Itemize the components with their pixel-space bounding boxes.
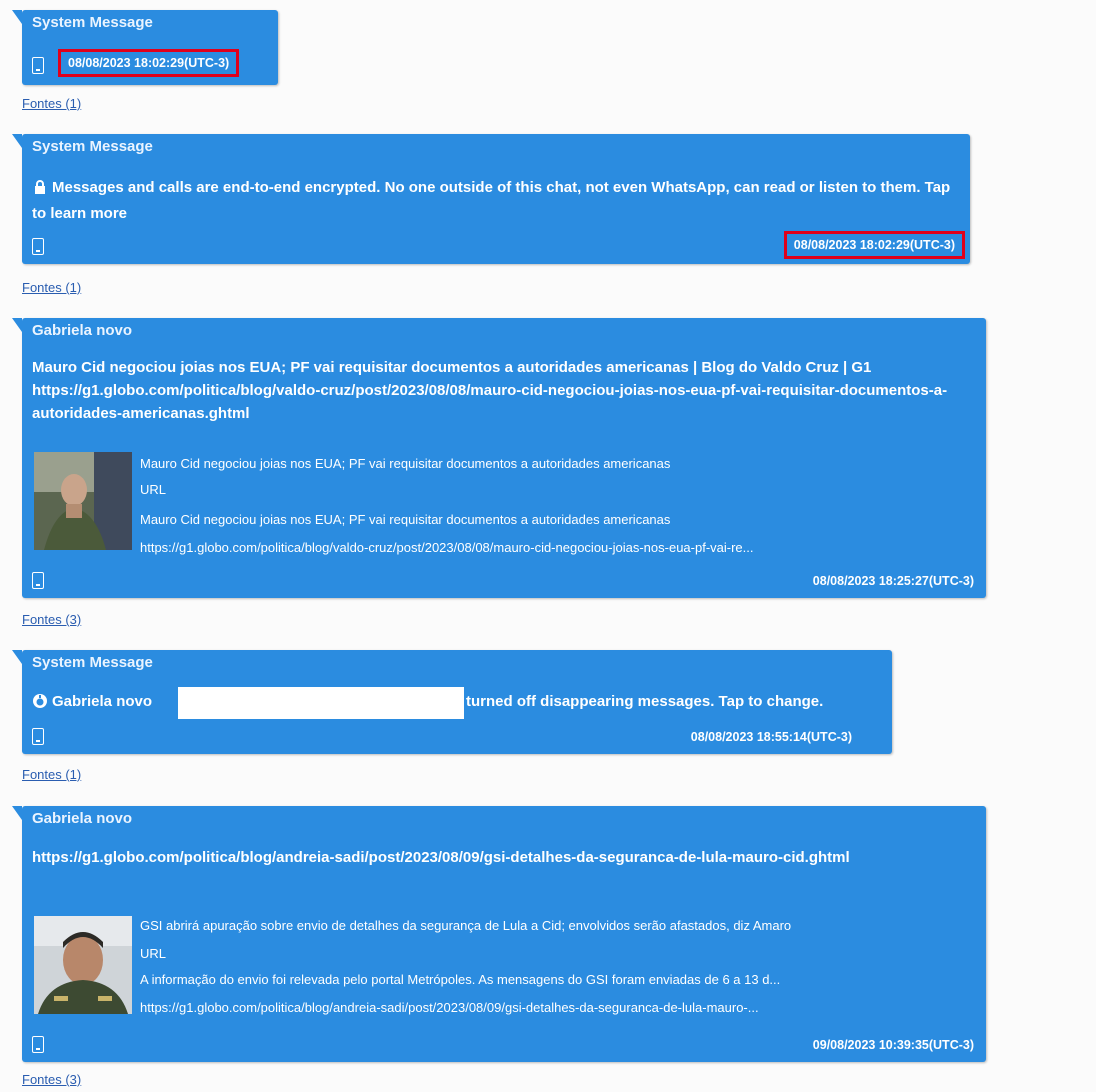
sender-name: Gabriela novo xyxy=(32,810,133,827)
preview-type: URL xyxy=(140,946,167,961)
preview-url[interactable]: https://g1.globo.com/politica/blog/andre… xyxy=(140,1000,976,1015)
message-body[interactable]: https://g1.globo.com/politica/blog/andre… xyxy=(32,846,976,869)
lock-icon xyxy=(32,179,48,202)
link-preview-thumbnail[interactable] xyxy=(34,452,132,550)
timer-icon xyxy=(32,693,48,716)
message-body-prefix: Gabriela novo xyxy=(52,693,153,710)
message-body-suffix: turned off disappearing messages. Tap to… xyxy=(466,693,824,710)
timestamp: 08/08/2023 18:55:14(UTC-3) xyxy=(690,730,852,744)
preview-type: URL xyxy=(140,482,167,497)
timestamp: 08/08/2023 18:25:27(UTC-3) xyxy=(812,574,974,588)
redaction-box xyxy=(178,687,464,719)
sources-link[interactable]: Fontes (1) xyxy=(22,96,81,111)
sources-link[interactable]: Fontes (1) xyxy=(22,767,81,782)
message-bubble: System Message Messages and calls are en… xyxy=(12,134,970,264)
phone-icon xyxy=(32,572,45,589)
sources-link[interactable]: Fontes (3) xyxy=(22,612,81,627)
message-bubble: Gabriela novo https://g1.globo.com/polit… xyxy=(12,806,986,1062)
message-body-wrap: Messages and calls are end-to-end encryp… xyxy=(32,176,960,225)
message-bubble: System Message Gabriela novo turned off … xyxy=(12,650,892,754)
message-body: Messages and calls are end-to-end encryp… xyxy=(32,179,951,222)
preview-description: A informação do envio foi relevada pelo … xyxy=(140,972,781,987)
message-bubble: Gabriela novo Mauro Cid negociou joias n… xyxy=(12,318,986,598)
sender-name: Gabriela novo xyxy=(32,322,133,339)
message-bubble: System Message 08/08/2023 18:02:29(UTC-3… xyxy=(12,10,278,85)
timestamp: 08/08/2023 18:02:29(UTC-3) xyxy=(783,231,965,259)
preview-url[interactable]: https://g1.globo.com/politica/blog/valdo… xyxy=(140,540,976,555)
phone-icon xyxy=(32,1036,45,1053)
message-body[interactable]: Mauro Cid negociou joias nos EUA; PF vai… xyxy=(32,356,976,425)
phone-icon xyxy=(32,57,45,74)
sources-link[interactable]: Fontes (3) xyxy=(22,1072,81,1087)
sender-name: System Message xyxy=(32,138,153,155)
sender-name: System Message xyxy=(32,654,153,671)
timestamp: 08/08/2023 18:02:29(UTC-3) xyxy=(58,49,240,77)
preview-description: Mauro Cid negociou joias nos EUA; PF vai… xyxy=(140,512,671,527)
phone-icon xyxy=(32,728,45,745)
preview-title: GSI abrirá apuração sobre envio de detal… xyxy=(140,918,792,933)
preview-title: Mauro Cid negociou joias nos EUA; PF vai… xyxy=(140,456,671,471)
timestamp: 09/08/2023 10:39:35(UTC-3) xyxy=(812,1038,974,1052)
sources-link[interactable]: Fontes (1) xyxy=(22,280,81,295)
sender-name: System Message xyxy=(32,14,153,31)
phone-icon xyxy=(32,238,45,255)
link-preview-thumbnail[interactable] xyxy=(34,916,132,1014)
